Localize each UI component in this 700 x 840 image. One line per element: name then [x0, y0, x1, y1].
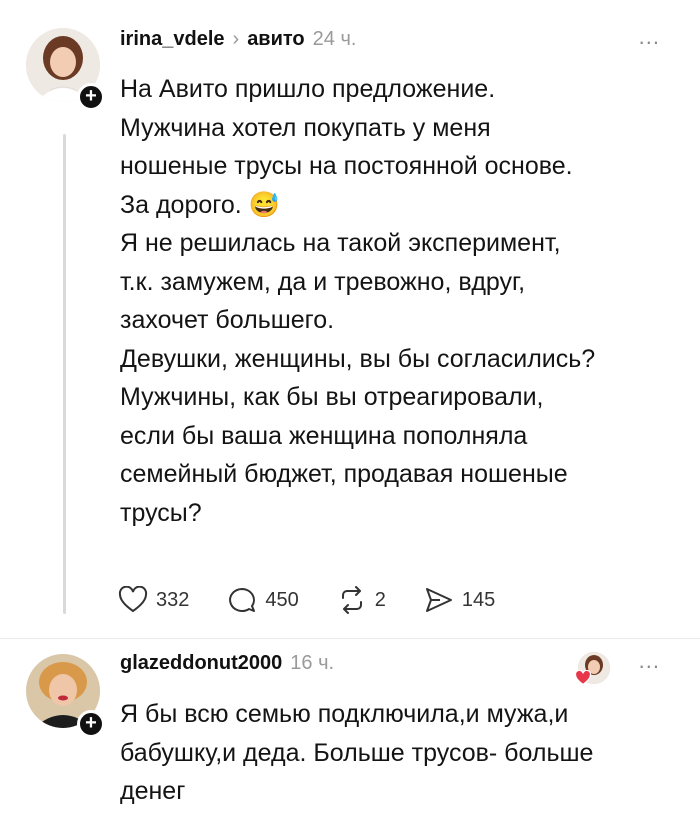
divider: [0, 638, 700, 639]
more-options-icon[interactable]: ...: [639, 648, 660, 674]
repost-count: 2: [374, 588, 386, 611]
username[interactable]: glazeddonut2000: [120, 652, 282, 675]
post-header: glazeddonut2000 16 ч.: [120, 652, 334, 675]
share-count: 145: [461, 588, 496, 611]
chevron-right-icon: ›: [232, 28, 240, 50]
community-name[interactable]: авито: [247, 28, 304, 51]
post-line: Я не решилась на такой эксперимент,: [120, 229, 561, 257]
post-line: ношеные трусы на постоянной основе.: [120, 152, 573, 180]
post-text: Я бы всю семью подключила,и мужа,и бабуш…: [120, 695, 680, 811]
username[interactable]: irina_vdele: [120, 28, 225, 51]
post-line: семейный бюджет, продавая ношеные: [120, 460, 568, 488]
action-bar: 332 450 2 145: [118, 586, 533, 614]
post-line: бабушку,и деда. Больше трусов- больше: [120, 738, 594, 767]
comment-count: 450: [265, 588, 299, 611]
like-count: 332: [156, 588, 190, 611]
comment-bubble-icon: [227, 586, 257, 614]
comment-button[interactable]: 450: [227, 586, 299, 614]
liked-by-author-badge: [574, 652, 612, 690]
post-line: захочет большего.: [120, 306, 335, 334]
post-line: Мужчины, как бы вы отреагировали,: [120, 383, 544, 411]
thread-line: [63, 134, 66, 614]
post-line: Девушки, женщины, вы бы согласились?: [120, 344, 596, 373]
sweat-smile-emoji: 😅: [248, 190, 280, 219]
heart-outline-icon: [118, 586, 148, 614]
repost-button[interactable]: 2: [337, 586, 386, 614]
post-irina: + irina_vdele › авито 24 ч. ... На Авито…: [0, 0, 700, 640]
post-line: если бы ваша женщина пополняла: [120, 421, 528, 450]
share-button[interactable]: 145: [424, 586, 495, 614]
post-glazeddonut: + glazeddonut2000 16 ч. ... Я бы всю сем…: [0, 640, 700, 840]
post-header: irina_vdele › авито 24 ч.: [120, 28, 356, 51]
like-button[interactable]: 332: [118, 586, 189, 614]
timestamp: 16 ч.: [290, 652, 335, 674]
timestamp: 24 ч.: [312, 28, 357, 50]
repost-arrows-icon: [337, 586, 367, 614]
post-line: За дорого. 😅: [120, 186, 680, 225]
post-line: денег: [120, 777, 186, 805]
more-options-icon[interactable]: ...: [639, 24, 660, 50]
post-line: Мужчина хотел покупать у меня: [120, 113, 491, 142]
post-line-text: За дорого.: [120, 190, 242, 219]
follow-plus-icon[interactable]: +: [77, 710, 105, 738]
heart-filled-icon: [574, 669, 592, 691]
post-line: т.к. замужем, да и тревожно, вдруг,: [120, 267, 526, 296]
post-line: Я бы всю семью подключила,и мужа,и: [120, 700, 569, 728]
post-line: На Авито пришло предложение.: [120, 75, 496, 103]
follow-plus-icon[interactable]: +: [77, 83, 105, 111]
send-icon: [424, 586, 454, 614]
post-line: трусы?: [120, 498, 202, 527]
post-text: На Авито пришло предложение. Мужчина хот…: [120, 70, 680, 532]
